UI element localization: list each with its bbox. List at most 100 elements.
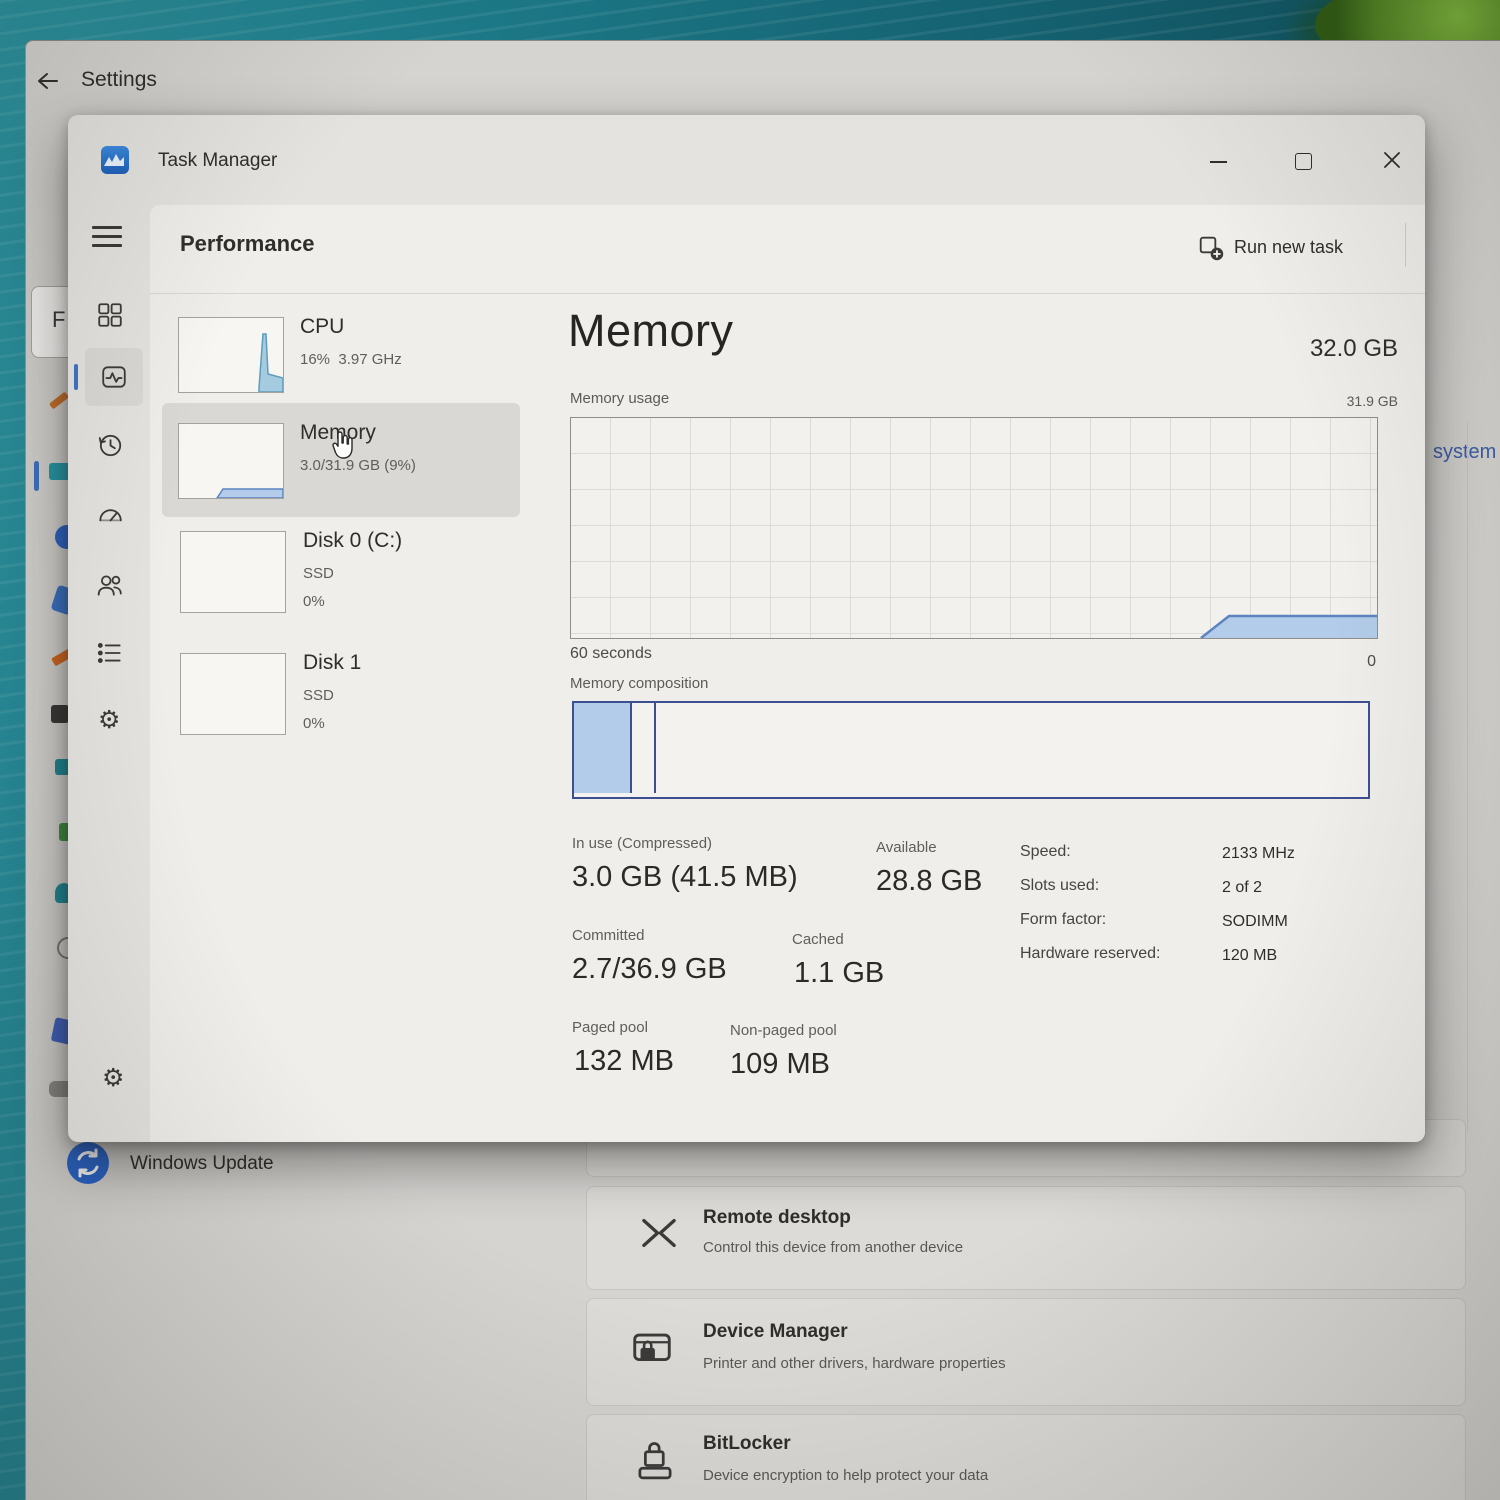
stat-value: 132 MB [574, 1045, 674, 1078]
run-new-task-button[interactable]: Run new task [1198, 227, 1398, 271]
memory-mini-graph [178, 423, 284, 499]
card-description: Printer and other drivers, hardware prop… [703, 1355, 1006, 1372]
sidebar-item-settings[interactable]: ⚙ [102, 1065, 124, 1090]
stat-label: Committed [572, 927, 645, 944]
card-title: Remote desktop [703, 1207, 851, 1229]
sidebar-item-processes[interactable] [96, 301, 124, 329]
device-manager-card[interactable]: Device Manager Printer and other drivers… [586, 1298, 1466, 1406]
perf-item-detail: 16% 3.97 GHz [300, 351, 402, 368]
memory-page-title: Memory [568, 305, 734, 357]
perf-item-detail2: 0% [303, 593, 325, 610]
selected-accent-pill [74, 364, 78, 390]
hw-value: 2 of 2 [1222, 879, 1262, 897]
hw-value: 2133 MHz [1222, 845, 1295, 863]
disk1-mini-graph [180, 653, 286, 735]
windows-update-label: Windows Update [130, 1153, 274, 1175]
x-right-label: 0 [1336, 653, 1376, 671]
window-title: Task Manager [158, 150, 277, 172]
apps-icon[interactable] [51, 705, 69, 723]
perf-item-name: Disk 1 [303, 651, 361, 675]
photo-stage: Settings F system Windows Update [0, 0, 1500, 1500]
page-title: Performance [180, 231, 315, 257]
close-button[interactable] [1361, 135, 1421, 179]
memory-total: 32.0 GB [1200, 335, 1398, 363]
x-left-label: 60 seconds [570, 645, 652, 663]
header-divider [1405, 223, 1406, 267]
stat-value: 109 MB [730, 1048, 830, 1081]
card-edge-line [1467, 421, 1468, 1131]
sidebar-item-performance[interactable] [85, 348, 143, 406]
sidebar-item-app-history[interactable] [96, 431, 124, 459]
card-description: Device encryption to help protect your d… [703, 1467, 988, 1484]
hw-label: Form factor: [1020, 911, 1106, 929]
composition-modified-segment [632, 703, 656, 793]
bitlocker-card[interactable]: BitLocker Device encryption to help prot… [586, 1414, 1466, 1500]
windows-update-icon [66, 1141, 110, 1185]
menu-icon-bar [92, 235, 122, 238]
run-new-task-icon [1198, 235, 1224, 261]
hw-value: 120 MB [1222, 947, 1277, 965]
hw-label: Speed: [1020, 843, 1071, 861]
back-arrow-icon[interactable] [34, 67, 62, 95]
perf-item-detail: SSD [303, 565, 334, 582]
menu-icon [92, 226, 122, 229]
memory-usage-label: Memory usage [570, 390, 669, 407]
composition-in-use-segment [574, 703, 632, 793]
menu-icon-bar [92, 244, 122, 247]
disk0-mini-graph [180, 531, 286, 613]
stat-value: 1.1 GB [794, 957, 884, 990]
device-manager-icon [629, 1325, 675, 1371]
remote-desktop-card[interactable]: Remote desktop Control this device from … [586, 1186, 1466, 1290]
hand-cursor [328, 429, 358, 463]
search-fragment-text: F [52, 307, 65, 333]
stat-label: Non-paged pool [730, 1022, 837, 1039]
sidebar-item-services[interactable]: ⚙ [98, 707, 120, 732]
hw-label: Slots used: [1020, 877, 1099, 895]
sidebar-item-windows-update[interactable]: Windows Update [66, 1141, 366, 1193]
close-icon [1381, 149, 1403, 171]
memory-composition-label: Memory composition [570, 675, 708, 692]
task-manager-content: Performance Run new task [150, 205, 1425, 1142]
cpu-mini-graph [178, 317, 284, 393]
perf-item-name: Disk 0 (C:) [303, 529, 402, 553]
settings-page-title: Settings [81, 68, 157, 92]
home-icon[interactable] [49, 392, 69, 410]
card-title: Device Manager [703, 1321, 848, 1343]
run-new-task-label: Run new task [1234, 237, 1343, 258]
perf-item-detail: SSD [303, 687, 334, 704]
perf-item-detail2: 0% [303, 715, 325, 732]
perf-item-disk0[interactable]: Disk 0 (C:) SSD 0% [164, 523, 522, 635]
maximize-icon [1295, 153, 1312, 170]
stat-label: Available [876, 839, 937, 856]
task-manager-app-icon [100, 145, 130, 175]
perf-item-memory[interactable]: Memory 3.0/31.9 GB (9%) [162, 403, 520, 517]
stat-value: 3.0 GB (41.5 MB) [572, 861, 798, 894]
stat-value: 28.8 GB [876, 865, 982, 898]
performance-icon [100, 363, 128, 391]
task-manager-window: Task Manager [68, 115, 1425, 1142]
maximize-button[interactable] [1273, 135, 1333, 179]
perf-item-cpu[interactable]: CPU 16% 3.97 GHz [164, 307, 522, 407]
nav-selected-accent [34, 461, 39, 491]
perf-item-disk1[interactable]: Disk 1 SSD 0% [164, 643, 522, 755]
remote-desktop-icon [637, 1211, 681, 1255]
header-rule [150, 293, 1425, 294]
stat-value: 2.7/36.9 GB [572, 953, 727, 986]
card-description: Control this device from another device [703, 1239, 963, 1256]
hw-label: Hardware reserved: [1020, 945, 1161, 963]
card-title: BitLocker [703, 1433, 791, 1455]
minimize-icon [1210, 161, 1227, 163]
sidebar-item-startup-apps[interactable] [96, 501, 124, 529]
perf-item-name: CPU [300, 315, 344, 339]
stat-label: Paged pool [572, 1019, 648, 1036]
minimize-button[interactable] [1188, 135, 1248, 179]
memory-usage-graph [570, 417, 1378, 639]
stat-label: Cached [792, 931, 844, 948]
hw-value: SODIMM [1222, 913, 1288, 931]
sidebar-item-details[interactable] [96, 639, 124, 667]
bitlocker-icon [633, 1437, 677, 1483]
nav-menu-button[interactable] [92, 225, 124, 249]
y-max-label: 31.9 GB [1260, 393, 1398, 409]
sidebar-item-users[interactable] [96, 571, 124, 599]
memory-composition-bar [572, 701, 1370, 799]
